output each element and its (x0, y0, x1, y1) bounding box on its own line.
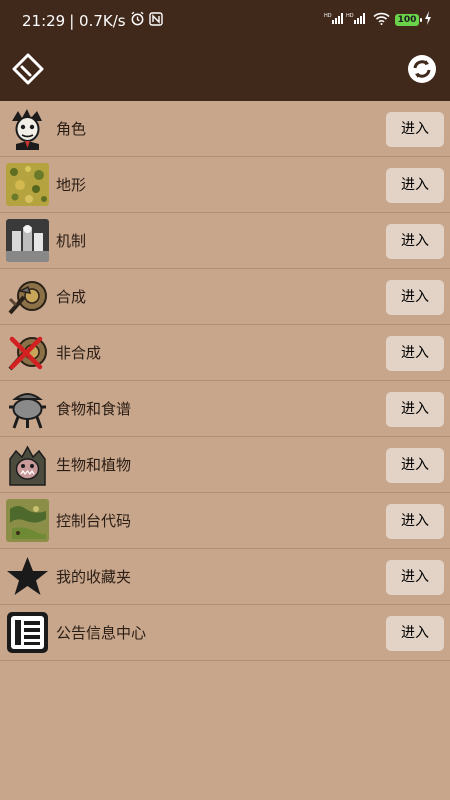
charging-icon (424, 11, 432, 28)
item-label: 公告信息中心 (56, 624, 147, 642)
item-label: 控制台代码 (56, 512, 132, 530)
character-icon (6, 107, 49, 150)
item-label: 角色 (56, 120, 87, 138)
list-item-non-crafting[interactable]: 非合成 进入 (0, 325, 450, 381)
list-item-console[interactable]: 控制台代码 进入 (0, 493, 450, 549)
list-item-character[interactable]: 角色 进入 (0, 101, 450, 157)
list-item-announcements[interactable]: 公告信息中心 进入 (0, 605, 450, 661)
enter-button[interactable]: 进入 (386, 112, 444, 147)
wifi-icon (373, 12, 390, 28)
battery-icon: 100 (395, 13, 422, 26)
non-crafting-icon (6, 331, 49, 374)
enter-button[interactable]: 进入 (386, 448, 444, 483)
item-label: 食物和食谱 (56, 400, 132, 418)
console-map-icon (6, 499, 49, 542)
status-time: 21:29 (22, 11, 66, 30)
list-item-food[interactable]: 食物和食谱 进入 (0, 381, 450, 437)
status-bar: 21:29 | 0.7K/s HD HD 100 (0, 0, 450, 40)
list-item-creatures[interactable]: 生物和植物 进入 (0, 437, 450, 493)
item-label: 我的收藏夹 (56, 568, 132, 586)
hd-signal-icon: HD HD (324, 11, 368, 28)
svg-text:HD: HD (346, 13, 354, 19)
star-icon (6, 555, 49, 598)
item-label: 机制 (56, 232, 87, 250)
nfc-icon (148, 11, 163, 30)
item-label: 生物和植物 (56, 456, 132, 474)
enter-button[interactable]: 进入 (386, 168, 444, 203)
enter-button[interactable]: 进入 (386, 336, 444, 371)
creature-icon (6, 443, 49, 486)
status-speed: | 0.7K/s (69, 11, 126, 30)
item-label: 非合成 (56, 344, 102, 362)
enter-button[interactable]: 进入 (386, 392, 444, 427)
mechanism-icon (6, 219, 49, 262)
alarm-icon (130, 11, 145, 30)
app-bar (0, 40, 450, 101)
terrain-icon (6, 163, 49, 206)
list-item-terrain[interactable]: 地形 进入 (0, 157, 450, 213)
item-label: 合成 (56, 288, 87, 306)
refresh-icon[interactable] (405, 52, 439, 86)
list-item-crafting[interactable]: 合成 进入 (0, 269, 450, 325)
crockpot-icon (6, 387, 49, 430)
enter-button[interactable]: 进入 (386, 224, 444, 259)
list-icon (6, 611, 49, 654)
enter-button[interactable]: 进入 (386, 504, 444, 539)
category-list: 角色 进入 地形 进入 机制 进入 合成 进入 非合成 进入 食物和食谱 进入 … (0, 101, 450, 661)
tag-icon[interactable] (11, 52, 45, 86)
svg-text:HD: HD (324, 13, 332, 19)
list-item-favorites[interactable]: 我的收藏夹 进入 (0, 549, 450, 605)
item-label: 地形 (56, 176, 87, 194)
crafting-icon (6, 275, 49, 318)
enter-button[interactable]: 进入 (386, 560, 444, 595)
enter-button[interactable]: 进入 (386, 616, 444, 651)
enter-button[interactable]: 进入 (386, 280, 444, 315)
list-item-mechanism[interactable]: 机制 进入 (0, 213, 450, 269)
